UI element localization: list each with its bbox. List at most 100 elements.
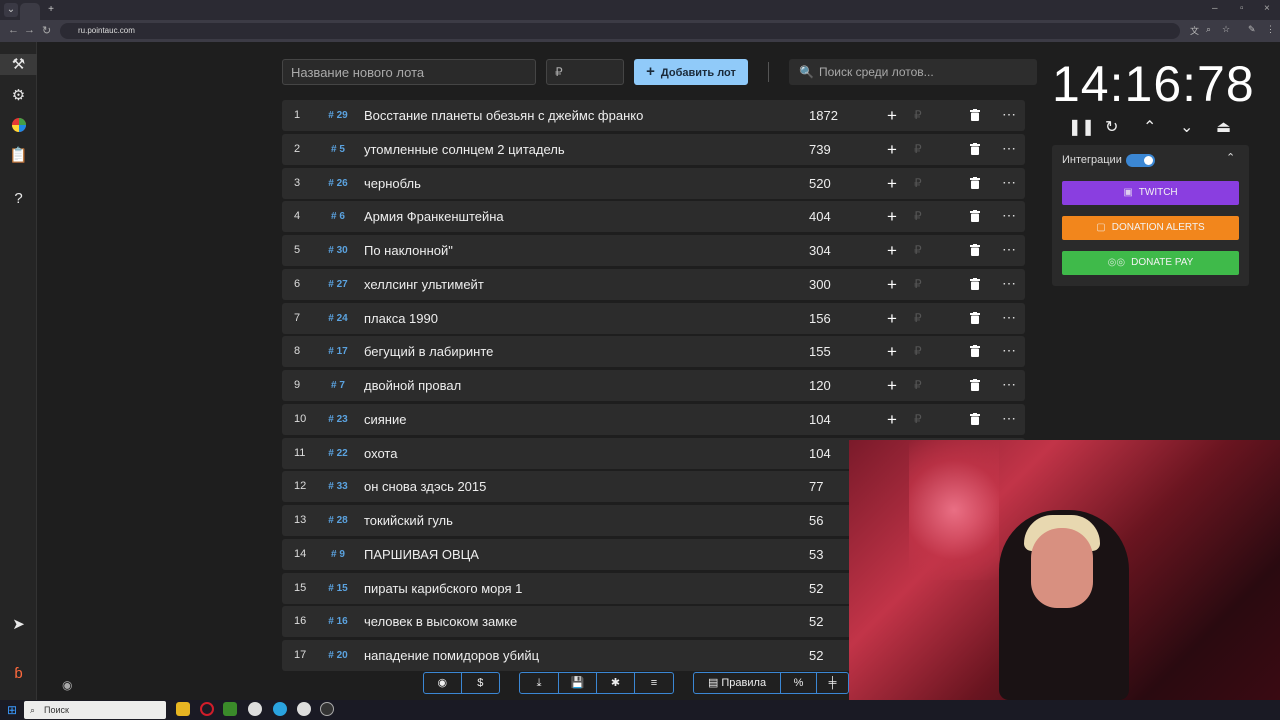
new-tab-icon[interactable]: + bbox=[44, 3, 58, 17]
ruble-input[interactable]: ₽ bbox=[914, 168, 922, 199]
lot-name[interactable]: нападение помидоров убийц bbox=[364, 640, 539, 671]
lot-amount[interactable]: 304 bbox=[809, 235, 831, 266]
add-amount-icon[interactable]: + bbox=[887, 100, 897, 131]
add-amount-icon[interactable]: + bbox=[887, 134, 897, 165]
lot-amount[interactable]: 404 bbox=[809, 201, 831, 232]
lot-name[interactable]: Восстание планеты обезьян с джеймс франк… bbox=[364, 100, 643, 131]
lot-amount[interactable]: 1872 bbox=[809, 100, 838, 131]
lot-name[interactable]: он снова здэсь 2015 bbox=[364, 471, 486, 502]
more-icon[interactable]: ⋯ bbox=[1002, 100, 1017, 129]
menu-icon[interactable]: ⋮ bbox=[1266, 24, 1275, 35]
chrome-icon[interactable] bbox=[248, 702, 262, 716]
new-lot-name-input[interactable]: Название нового лота bbox=[282, 59, 536, 85]
add-amount-icon[interactable]: + bbox=[887, 235, 897, 266]
add-amount-icon[interactable]: + bbox=[887, 269, 897, 300]
lot-name[interactable]: утомленные солнцем 2 цитадель bbox=[364, 134, 565, 165]
lot-amount[interactable]: 156 bbox=[809, 303, 831, 334]
ruble-input[interactable]: ₽ bbox=[914, 100, 922, 131]
lot-amount[interactable]: 52 bbox=[809, 640, 823, 671]
maximize-icon[interactable]: ▫ bbox=[1240, 3, 1244, 14]
ruble-input[interactable]: ₽ bbox=[914, 134, 922, 165]
taskbar-search[interactable]: ⌕ Поиск bbox=[24, 701, 166, 719]
extensions-icon[interactable]: ✎ bbox=[1248, 24, 1256, 35]
ruble-input[interactable]: ₽ bbox=[914, 370, 922, 401]
more-icon[interactable]: ⋯ bbox=[1002, 201, 1017, 230]
ruble-input[interactable]: ₽ bbox=[914, 404, 922, 435]
lot-amount[interactable]: 120 bbox=[809, 370, 831, 401]
start-icon[interactable]: ⊞ bbox=[0, 700, 24, 720]
lot-name[interactable]: хеллсинг ультимейт bbox=[364, 269, 484, 300]
chevron-up-icon[interactable]: ⌃ bbox=[1226, 151, 1235, 164]
lot-amount[interactable]: 53 bbox=[809, 539, 823, 570]
help-icon[interactable]: ? bbox=[8, 188, 29, 209]
lot-amount[interactable]: 52 bbox=[809, 606, 823, 637]
lot-name[interactable]: двойной провал bbox=[364, 370, 461, 401]
delete-icon[interactable] bbox=[970, 210, 980, 223]
more-icon[interactable]: ⋯ bbox=[1002, 269, 1017, 298]
dollar-button[interactable]: $ bbox=[462, 673, 500, 693]
wheel-chart-icon[interactable] bbox=[8, 115, 29, 136]
opera-icon[interactable] bbox=[200, 702, 214, 716]
download-icon[interactable]: ⤓ bbox=[520, 673, 559, 693]
rules-button[interactable]: ▤ Правила bbox=[694, 673, 781, 693]
minecraft-icon[interactable] bbox=[223, 702, 237, 716]
pause-icon[interactable]: ❚❚ bbox=[1068, 117, 1095, 137]
eye-icon[interactable]: ◉ bbox=[62, 678, 72, 692]
lot-name[interactable]: Армия Франкенштейна bbox=[364, 201, 504, 232]
donate-pay-button[interactable]: ◎◎ DONATE PAY bbox=[1062, 251, 1239, 275]
integrations-toggle[interactable] bbox=[1126, 154, 1155, 167]
delete-icon[interactable] bbox=[970, 311, 980, 324]
twitch-button[interactable]: ▣ TWITCH bbox=[1062, 181, 1239, 205]
more-icon[interactable]: ⋯ bbox=[1002, 303, 1017, 332]
increase-time-icon[interactable]: ⌃ bbox=[1143, 117, 1156, 137]
donation-alerts-button[interactable]: ▢ DONATION ALERTS bbox=[1062, 216, 1239, 240]
zoom-icon[interactable]: ⌕ bbox=[1206, 24, 1211, 35]
auction-hammer-icon[interactable]: ⚒ bbox=[0, 54, 37, 75]
close-icon[interactable]: × bbox=[1264, 3, 1270, 14]
lot-name[interactable]: чернобль bbox=[364, 168, 421, 199]
lot-amount[interactable]: 155 bbox=[809, 336, 831, 367]
lot-name[interactable]: человек в высоком замке bbox=[364, 606, 517, 637]
add-amount-icon[interactable]: + bbox=[887, 303, 897, 334]
delete-icon[interactable] bbox=[970, 277, 980, 290]
more-icon[interactable]: ⋯ bbox=[1002, 134, 1017, 163]
ruble-input[interactable]: ₽ bbox=[914, 201, 922, 232]
more-icon[interactable]: ⋯ bbox=[1002, 168, 1017, 197]
file-explorer-icon[interactable] bbox=[176, 702, 190, 716]
lot-amount[interactable]: 104 bbox=[809, 404, 831, 435]
reset-icon[interactable]: ↻ bbox=[1105, 117, 1118, 137]
tab-list-icon[interactable]: ⌄ bbox=[4, 3, 18, 17]
ruble-input[interactable]: ₽ bbox=[914, 303, 922, 334]
more-icon[interactable]: ⋯ bbox=[1002, 404, 1017, 433]
save-icon[interactable]: 💾 bbox=[559, 673, 597, 693]
lot-name[interactable]: сияние bbox=[364, 404, 406, 435]
lot-name[interactable]: плакса 1990 bbox=[364, 303, 438, 334]
add-lot-button[interactable]: + Добавить лот bbox=[634, 59, 748, 85]
telegram-icon[interactable]: ➤ bbox=[8, 614, 29, 635]
chrome-2-icon[interactable] bbox=[297, 702, 311, 716]
add-amount-icon[interactable]: + bbox=[887, 336, 897, 367]
lot-name[interactable]: ПАРШИВАЯ ОВЦА bbox=[364, 539, 479, 570]
delete-icon[interactable] bbox=[970, 412, 980, 425]
bookmark-icon[interactable]: ☆ bbox=[1222, 24, 1230, 35]
more-icon[interactable]: ⋯ bbox=[1002, 336, 1017, 365]
url-field[interactable]: ru.pointauc.com bbox=[60, 23, 1180, 39]
delete-icon[interactable] bbox=[970, 176, 980, 189]
percent-button[interactable]: % bbox=[781, 673, 817, 693]
decrease-time-icon[interactable]: ⌄ bbox=[1180, 117, 1193, 137]
add-amount-icon[interactable]: + bbox=[887, 201, 897, 232]
minimize-icon[interactable]: – bbox=[1212, 3, 1218, 14]
lot-amount[interactable]: 739 bbox=[809, 134, 831, 165]
lot-amount[interactable]: 77 bbox=[809, 471, 823, 502]
lot-amount[interactable]: 56 bbox=[809, 505, 823, 536]
brand-logo-icon[interactable]: ɓ bbox=[8, 663, 29, 684]
delete-icon[interactable] bbox=[970, 345, 980, 358]
lot-amount[interactable]: 104 bbox=[809, 438, 831, 469]
ruble-input[interactable]: ₽ bbox=[914, 235, 922, 266]
github-icon[interactable]: ◉ bbox=[424, 673, 462, 693]
settings-gear-icon[interactable]: ⚙ bbox=[8, 85, 29, 106]
lot-amount[interactable]: 520 bbox=[809, 168, 831, 199]
delete-icon[interactable] bbox=[970, 109, 980, 121]
lot-name[interactable]: пираты карибского моря 1 bbox=[364, 573, 522, 604]
eject-icon[interactable]: ⏏ bbox=[1216, 117, 1231, 137]
